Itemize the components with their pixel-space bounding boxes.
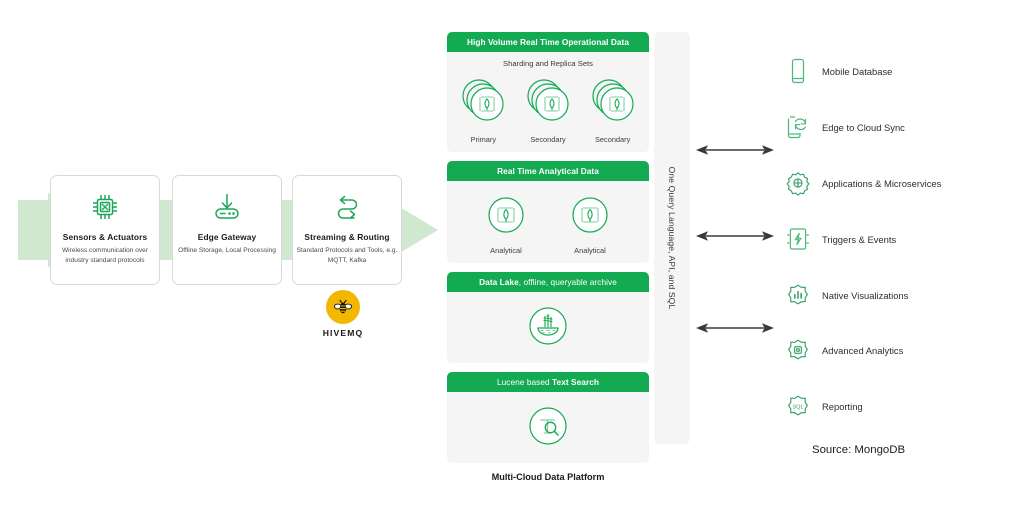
bar-chart-icon	[786, 282, 810, 308]
card-title: Streaming & Routing	[304, 232, 390, 242]
capability-mobile-database[interactable]: Mobile Database	[786, 58, 892, 84]
analytical-node[interactable]: Analytical	[473, 191, 539, 255]
capability-label: Applications & Microservices	[822, 177, 942, 189]
capability-edge-to-cloud-sync[interactable]: Edge to Cloud Sync	[786, 114, 905, 140]
node-label: Analytical	[490, 246, 522, 255]
capability-advanced-analytics[interactable]: Advanced Analytics	[786, 337, 903, 363]
lightning-bolt-icon	[786, 226, 810, 252]
block-operational-data[interactable]: High Volume Real Time Operational Data S…	[447, 32, 649, 152]
mobile-phone-icon	[786, 58, 810, 84]
block-body: Analytical Analytical	[447, 181, 649, 263]
mongodb-replica-stack-icon	[462, 79, 504, 121]
bidirectional-arrow-3	[696, 323, 774, 333]
block-text-search[interactable]: Lucene based Text Search	[447, 372, 649, 463]
replica-node[interactable]: Secondary	[584, 72, 642, 144]
card-subtitle: Standard Protocols and Tools, e.g. MQTT,…	[296, 247, 398, 264]
chip-icon	[89, 187, 121, 227]
data-lake-row	[451, 298, 645, 355]
routing-arrows-icon	[331, 187, 363, 227]
query-language-label: One Query Language, API, and SQL	[667, 166, 677, 310]
block-header: Data Lake, offline, queryable archive	[447, 272, 649, 292]
capability-label: Triggers & Events	[822, 233, 897, 245]
capability-native-visualizations[interactable]: Native Visualizations	[786, 282, 908, 308]
card-title: Edge Gateway	[197, 232, 257, 242]
source-attribution: Source: MongoDB	[812, 444, 906, 456]
edge-gateway-icon	[210, 187, 244, 227]
capability-label: Mobile Database	[822, 65, 893, 77]
replica-node[interactable]: Primary	[454, 72, 512, 144]
block-header-bold: Text Search	[552, 377, 600, 387]
block-header-bold: Data Lake	[479, 277, 519, 287]
card-sensors-actuators[interactable]: Sensors & Actuators Wireless communicati…	[50, 175, 160, 285]
text-search-row	[451, 398, 645, 455]
block-header-light: Lucene based	[496, 377, 553, 387]
multi-cloud-data-platform: High Volume Real Time Operational Data S…	[447, 32, 649, 482]
node-label: Analytical	[574, 246, 606, 255]
text-search-icon[interactable]	[523, 401, 573, 451]
capability-applications-microservices[interactable]: Applications & Microservices	[786, 170, 941, 196]
sync-icon	[786, 114, 810, 140]
node-label: Primary	[470, 135, 497, 144]
capability-triggers-events[interactable]: Triggers & Events	[786, 226, 896, 252]
node-label: Secondary	[530, 135, 566, 144]
block-header-text: High Volume Real Time Operational Data	[466, 37, 630, 47]
card-subtitle: Wireless communication over industry sta…	[61, 247, 149, 264]
hivemq-logo: HIVEMQ	[314, 290, 372, 338]
capability-label: Advanced Analytics	[822, 344, 904, 356]
gear-icon	[786, 170, 810, 196]
block-header: High Volume Real Time Operational Data	[447, 32, 649, 52]
bidirectional-arrow-2	[696, 231, 774, 241]
block-header: Real Time Analytical Data	[447, 161, 649, 181]
analytical-node[interactable]: Analytical	[557, 191, 623, 255]
mongodb-node-icon	[572, 197, 608, 233]
shard-caption: Sharding and Replica Sets	[503, 59, 593, 68]
block-data-lake[interactable]: Data Lake, offline, queryable archive	[447, 272, 649, 363]
replica-node-row: Primary Secondary Secondary	[451, 72, 645, 144]
svg-text:SQL: SQL	[792, 404, 803, 410]
sql-badge-icon: SQL	[786, 393, 810, 419]
card-subtitle: Offline Storage, Local Processing	[178, 247, 276, 254]
query-language-bar: One Query Language, API, and SQL	[654, 32, 690, 444]
bidirectional-arrow-1	[696, 145, 774, 155]
mongodb-node-icon	[488, 197, 524, 233]
capability-label: Edge to Cloud Sync	[822, 121, 905, 133]
block-header-light: , offline, queryable archive	[518, 277, 617, 287]
data-lake-icon[interactable]	[523, 301, 573, 351]
block-body: Sharding and Replica Sets Primary Second…	[447, 52, 649, 152]
block-body	[447, 292, 649, 363]
node-label: Secondary	[594, 135, 631, 144]
capability-reporting[interactable]: SQL Reporting	[786, 393, 863, 419]
mongodb-replica-stack-icon	[527, 79, 569, 121]
block-analytical-data[interactable]: Real Time Analytical Data Analytical Ana…	[447, 161, 649, 263]
capability-label: Reporting	[822, 400, 863, 412]
hivemq-bee-icon	[326, 290, 360, 324]
hivemq-wordmark: HIVEMQ	[322, 328, 364, 338]
card-edge-gateway[interactable]: Edge Gateway Offline Storage, Local Proc…	[172, 175, 282, 285]
block-header: Lucene based Text Search	[447, 372, 649, 392]
diagram-canvas: Sensors & Actuators Wireless communicati…	[0, 0, 1024, 512]
analytics-gear-icon	[786, 337, 810, 363]
mongodb-replica-stack-icon	[592, 79, 634, 121]
card-streaming-routing[interactable]: Streaming & Routing Standard Protocols a…	[292, 175, 402, 285]
capability-label: Native Visualizations	[822, 289, 909, 301]
block-body	[447, 392, 649, 463]
platform-caption: Multi-Cloud Data Platform	[491, 472, 605, 482]
block-header-text: Real Time Analytical Data	[497, 166, 599, 176]
card-title: Sensors & Actuators	[62, 232, 148, 242]
analytical-node-row: Analytical Analytical	[451, 187, 645, 255]
replica-node[interactable]: Secondary	[519, 72, 577, 144]
